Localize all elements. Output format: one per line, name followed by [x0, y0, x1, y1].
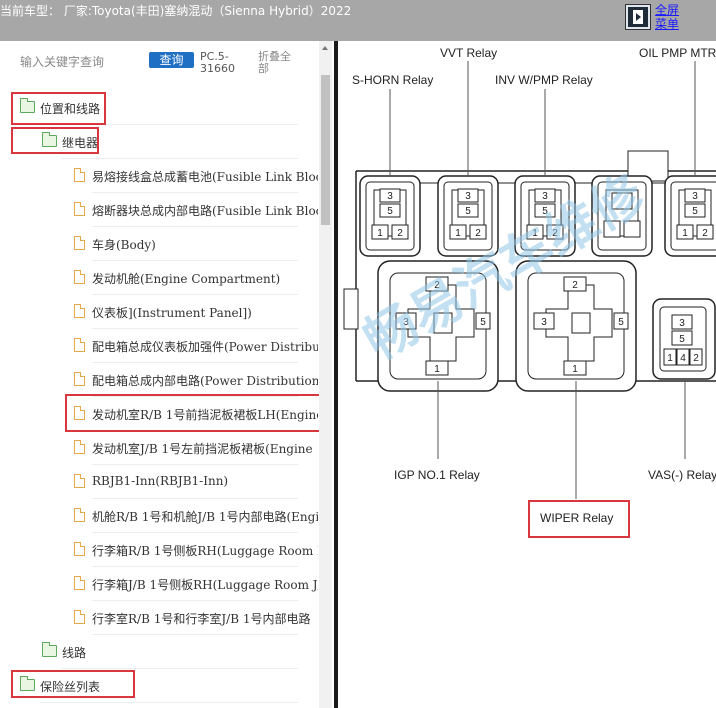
- pin-label: 1: [572, 364, 578, 375]
- tree-item-label: 发动机舱(Engine Compartment): [92, 272, 281, 286]
- top-bar: 当前车型： 厂家:Toyota(丰田)塞纳混动（Sienna Hybrid）20…: [0, 0, 716, 41]
- document-icon: [74, 542, 85, 556]
- search-input[interactable]: 输入关键字查询: [20, 53, 104, 70]
- fullscreen-menu-link[interactable]: 全屏 菜单: [655, 3, 685, 31]
- pin-label: 3: [541, 317, 547, 328]
- document-icon: [74, 270, 85, 284]
- collapse-all-button[interactable]: 折叠全 部: [258, 51, 298, 75]
- label-inv-wpmp-relay: INV W/PMP Relay: [495, 73, 593, 87]
- label-igp-no1-relay: IGP NO.1 Relay: [394, 468, 480, 482]
- tree-item[interactable]: RBJB1-Inn(RBJB1-Inn): [0, 465, 318, 499]
- tree-item-label: 线路: [62, 646, 87, 660]
- pin-label: 3: [387, 191, 393, 202]
- tree-item-label: 易熔接线盒总成蓄电池(Fusible Link Block: [92, 170, 318, 184]
- pin-label: 2: [572, 280, 578, 291]
- tree-item[interactable]: 行李箱J/B 1号侧板RH(Luggage Room J/B: [0, 567, 318, 601]
- highlight-box-location-wiring: [11, 92, 106, 125]
- pin-label: 3: [542, 191, 548, 202]
- document-icon: [74, 304, 85, 318]
- tree-item-divider: [40, 702, 298, 703]
- tree-item[interactable]: 配电箱总成仪表板加强件(Power Distribution: [0, 329, 318, 363]
- tree-item-label: 配电箱总成内部电路(Power Distribution: [92, 374, 318, 388]
- document-icon: [74, 610, 85, 624]
- pin-label: 4: [680, 353, 686, 364]
- document-icon: [74, 202, 85, 216]
- fullscreen-link-line2: 菜单: [655, 17, 680, 31]
- pin-label: 5: [480, 317, 486, 328]
- folder-closed-icon: [42, 642, 57, 657]
- search-bar: 输入关键字查询 查询 PC.5- 31660 折叠全 部: [0, 41, 318, 85]
- pin-label: 1: [455, 228, 461, 239]
- label-wiper-relay: WIPER Relay: [540, 511, 613, 525]
- tree-item[interactable]: 发动机舱(Engine Compartment): [0, 261, 318, 295]
- document-icon: [74, 440, 85, 454]
- tree-item-label: 机舱R/B 1号和机舱J/B 1号内部电路(Engine: [92, 510, 318, 524]
- label-vvt-relay: VVT Relay: [440, 46, 497, 60]
- tree-item[interactable]: 仪表板](Instrument Panel]): [0, 295, 318, 329]
- tree-item-label: 行李箱J/B 1号侧板RH(Luggage Room J/B: [92, 578, 318, 592]
- highlight-box-relay: [11, 127, 99, 154]
- fullscreen-icon[interactable]: [626, 5, 650, 29]
- fullscreen-link-line1: 全屏: [655, 3, 680, 17]
- highlight-box-fuse-list: [11, 670, 135, 698]
- tree-item-label: 车身(Body): [92, 238, 156, 252]
- tree-item[interactable]: 机舱R/B 1号和机舱J/B 1号内部电路(Engine: [0, 499, 318, 533]
- tree-item[interactable]: 发动机室J/B 1号左前挡泥板裙板(Engine: [0, 431, 318, 465]
- left-navigation-panel: 输入关键字查询 查询 PC.5- 31660 折叠全 部 位置和线路 继电器 易熔接…: [0, 41, 334, 708]
- tree-item-label: 发动机室J/B 1号左前挡泥板裙板(Engine: [92, 442, 313, 456]
- pin-label: 1: [377, 228, 383, 239]
- relay-block-diagram: 351 2351 2351 2351 2 23 5123 51 351 4 2 VVT Rela…: [343, 46, 716, 538]
- pin-label: 1: [667, 353, 673, 364]
- tree-item-label: 仪表板](Instrument Panel]): [92, 306, 252, 320]
- document-icon: [74, 474, 85, 488]
- left-scrollbar[interactable]: [319, 41, 332, 708]
- document-code: PC.5- 31660: [200, 51, 240, 75]
- tree-item[interactable]: 线路: [0, 635, 318, 669]
- tree-item-label: 配电箱总成仪表板加强件(Power Distribution: [92, 340, 318, 354]
- scrollbar-thumb[interactable]: [321, 75, 330, 225]
- pin-label: 5: [692, 206, 698, 217]
- document-icon: [74, 168, 85, 182]
- tree-item-label: 行李箱R/B 1号侧板RH(Luggage Room R: [92, 544, 318, 558]
- pin-label: 2: [702, 228, 708, 239]
- tree-item[interactable]: 行李箱R/B 1号侧板RH(Luggage Room R: [0, 533, 318, 567]
- label-s-horn-relay: S-HORN Relay: [352, 73, 433, 87]
- tree-item[interactable]: 易熔接线盒总成蓄电池(Fusible Link Block: [0, 159, 318, 193]
- document-icon: [74, 372, 85, 386]
- pin-label: 2: [397, 228, 403, 239]
- document-icon: [74, 236, 85, 250]
- document-icon: [74, 508, 85, 522]
- pin-label: 5: [618, 317, 624, 328]
- highlight-box-engine-rb1: [65, 394, 322, 432]
- pin-label: 2: [693, 353, 699, 364]
- label-vas-relay: VAS(-) Relay: [648, 468, 716, 482]
- pin-label: 2: [475, 228, 481, 239]
- document-code-line2: 31660: [200, 62, 235, 75]
- tree-item[interactable]: 行李室R/B 1号和行李室J/B 1号内部电路: [0, 601, 318, 635]
- pin-label: 3: [692, 191, 698, 202]
- query-button[interactable]: 查询: [149, 52, 194, 68]
- collapse-all-line2: 部: [258, 62, 269, 75]
- tree-item[interactable]: 熔断器块总成内部电路(Fusible Link Block: [0, 193, 318, 227]
- pin-label: 5: [465, 206, 471, 217]
- relay-location-diagram: 3512351235123512 23512351 35142 VVT Rela…: [338, 41, 716, 708]
- scroll-up-icon[interactable]: [322, 46, 328, 50]
- pin-label: 3: [465, 191, 471, 202]
- pin-label: 1: [434, 364, 440, 375]
- pin-label: 1: [682, 228, 688, 239]
- pin-label: 5: [387, 206, 393, 217]
- tree-item[interactable]: 车身(Body): [0, 227, 318, 261]
- document-icon: [74, 576, 85, 590]
- pin-label: 5: [679, 334, 685, 345]
- tree-item[interactable]: 配电箱总成内部电路(Power Distribution: [0, 363, 318, 397]
- label-oil-pmp-mtr: OIL PMP MTR: [639, 46, 716, 60]
- pin-label: 3: [679, 318, 685, 329]
- tree-item-label: 熔断器块总成内部电路(Fusible Link Block: [92, 204, 318, 218]
- tree-item-label: 行李室R/B 1号和行李室J/B 1号内部电路: [92, 612, 311, 626]
- tree-item-label: RBJB1-Inn(RBJB1-Inn): [92, 474, 229, 488]
- current-vehicle-title: 当前车型： 厂家:Toyota(丰田)塞纳混动（Sienna Hybrid）20…: [0, 4, 352, 18]
- document-icon: [74, 338, 85, 352]
